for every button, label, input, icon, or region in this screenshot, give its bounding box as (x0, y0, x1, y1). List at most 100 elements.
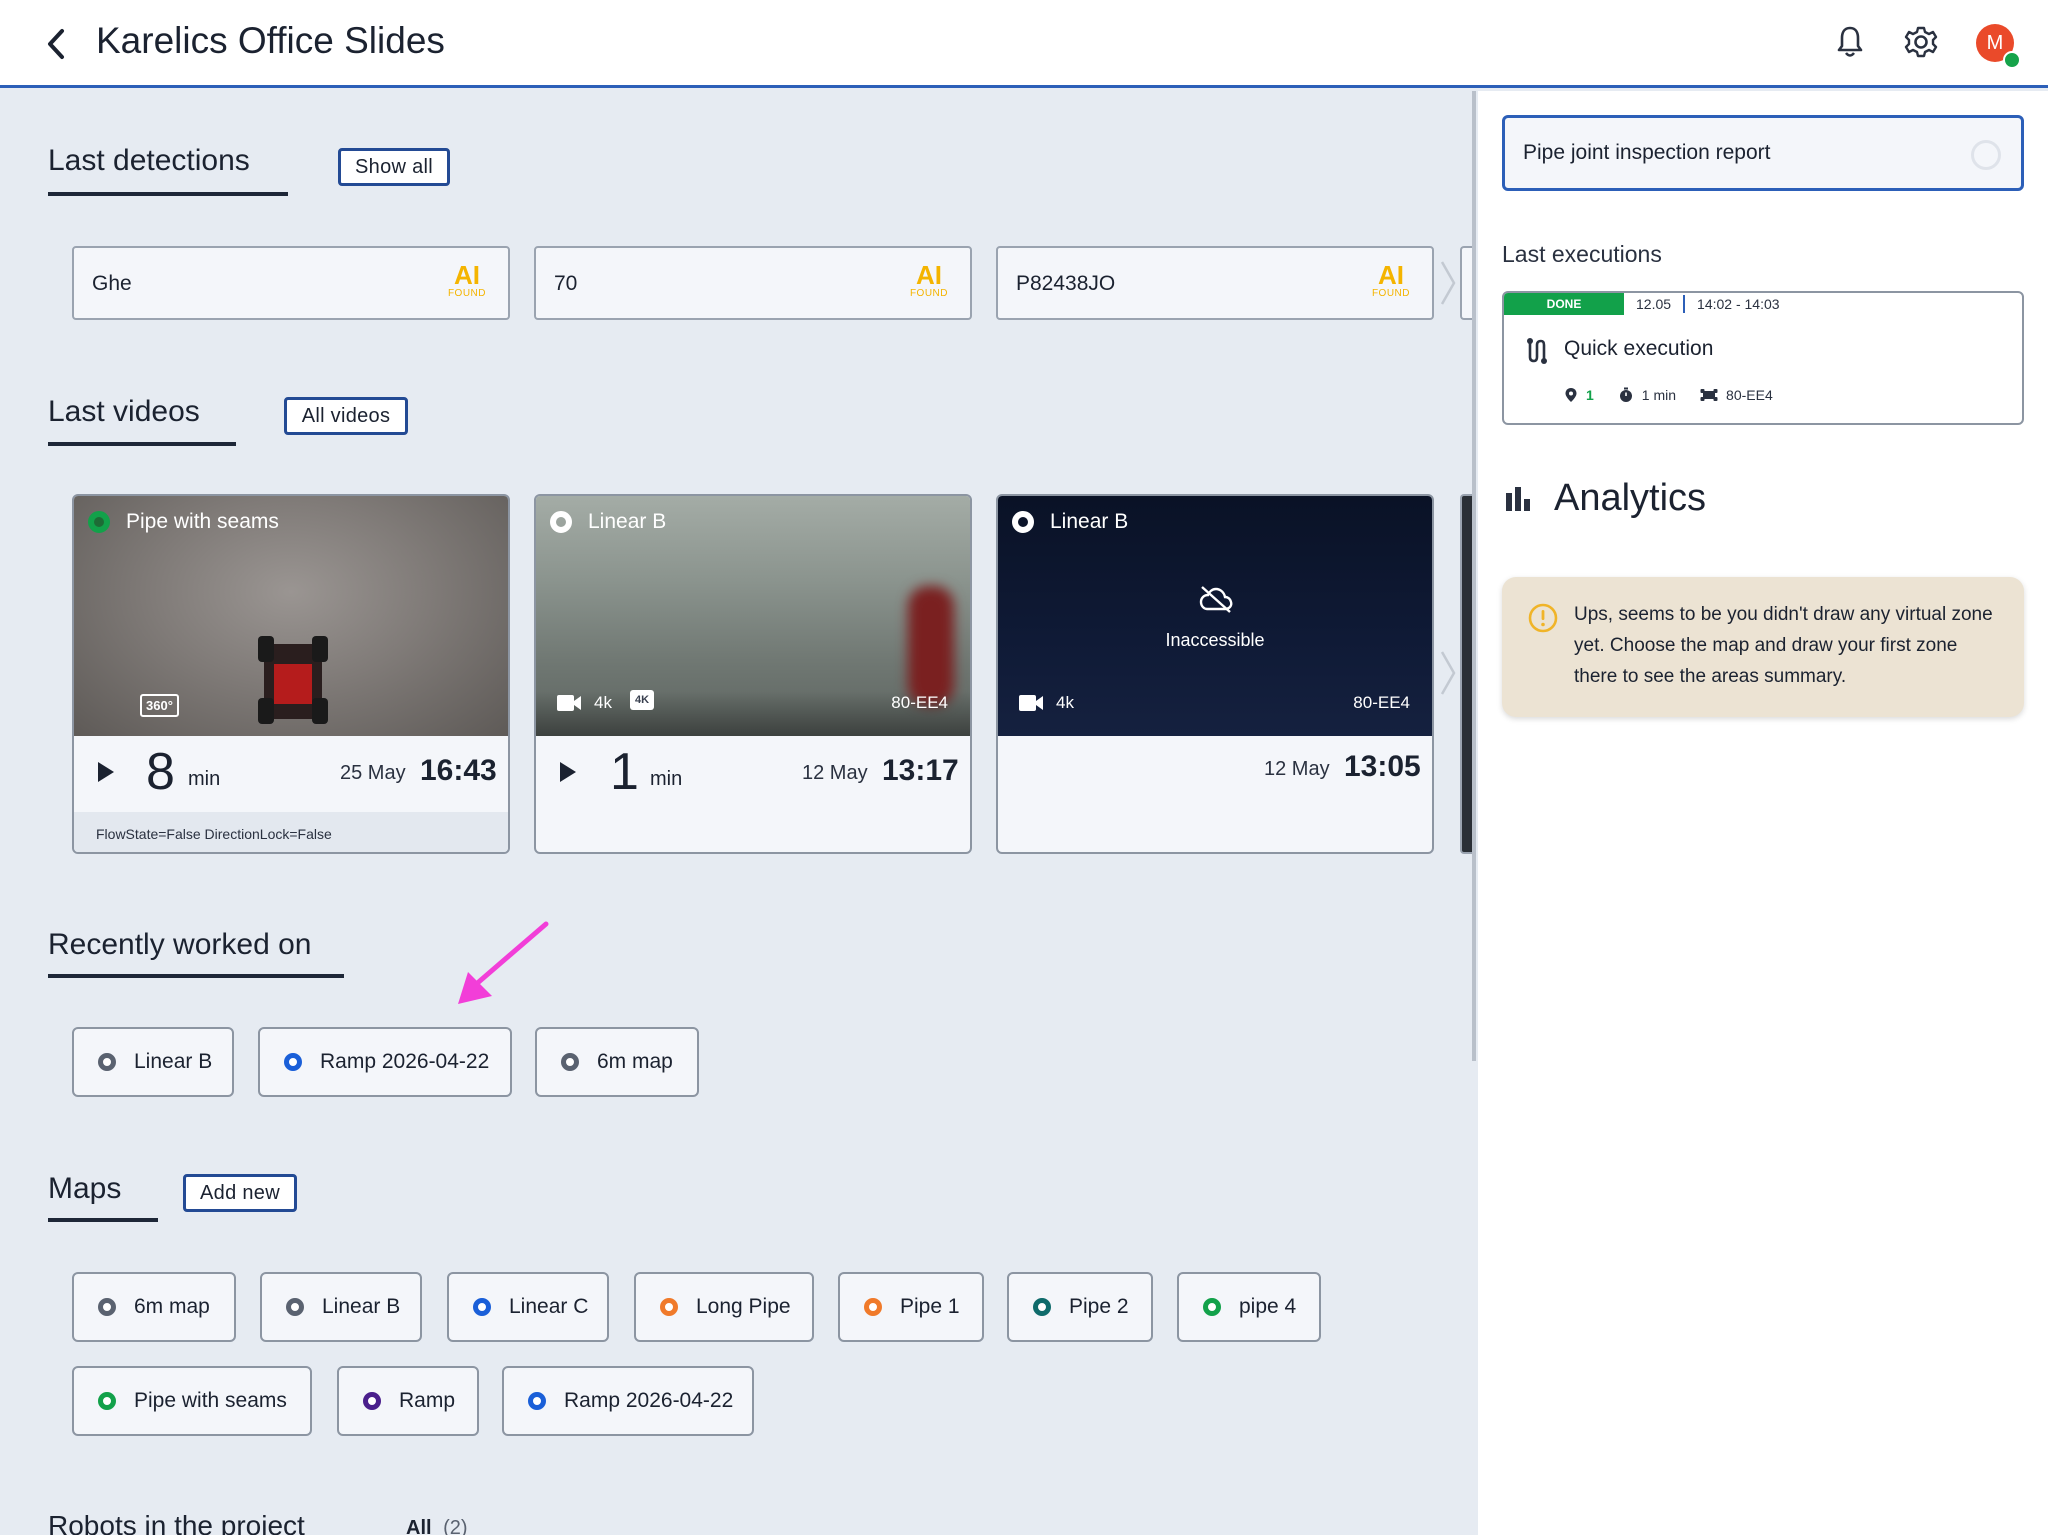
timer-icon (1619, 387, 1632, 402)
detection-label: Ghe (92, 272, 132, 295)
map-chip[interactable]: 6m map (72, 1272, 236, 1342)
alert-message: Ups, seems to be you didn't draw any vir… (1574, 604, 1993, 687)
map-dot-icon (363, 1392, 381, 1410)
right-panel: Last executions DONE 12.05 14:02 - 14:03… (1478, 91, 2048, 1535)
analytics-title: Analytics (1554, 477, 1707, 519)
analytics-info-alert: Ups, seems to be you didn't draw any vir… (1502, 577, 2024, 717)
map-chip[interactable]: Ramp 2026-04-22 (502, 1366, 754, 1436)
detection-card[interactable]: Ghe AI FOUND (72, 246, 510, 320)
all-videos-button[interactable]: All videos (284, 397, 408, 435)
video-name: Pipe with seams (126, 510, 279, 533)
chip-label: 6m map (597, 1050, 673, 1073)
map-chip[interactable]: Pipe with seams (72, 1366, 312, 1436)
video-name: Linear B (588, 510, 667, 533)
arrow-annotation (454, 920, 560, 1015)
chip-label: Linear B (134, 1050, 213, 1073)
video-time: 13:05 (1344, 750, 1421, 783)
recent-item-chip[interactable]: 6m map (535, 1027, 699, 1097)
maps-title: Maps (48, 1172, 122, 1205)
chip-label: Ramp 2026-04-22 (564, 1389, 734, 1412)
map-dot-icon (660, 1298, 678, 1316)
video-title-row: Linear B (1012, 510, 1128, 534)
map-dot-icon (284, 1053, 302, 1071)
robot-id: 80-EE4 (891, 693, 948, 712)
video-thumbnail: Linear B Inaccessible 4k 80-EE4 (998, 496, 1432, 736)
robots-all-tab[interactable]: All (2) (406, 1517, 468, 1535)
map-chip[interactable]: Ramp (337, 1366, 479, 1436)
map-chip[interactable]: pipe 4 (1177, 1272, 1321, 1342)
online-status-indicator (2003, 51, 2021, 69)
video-date: 12 May (1264, 758, 1330, 780)
video-info: 8 min 25 May 16:43 (74, 736, 508, 812)
record-dot-icon (550, 511, 572, 533)
4k-badge: 4K (630, 690, 655, 710)
map-dot-icon (98, 1298, 116, 1316)
detection-card[interactable]: 70 AI FOUND (534, 246, 972, 320)
back-icon[interactable] (36, 22, 76, 66)
detection-card[interactable]: P82438JO AI FOUND (996, 246, 1434, 320)
video-thumbnail: Linear B 4k 4K 80-EE4 (536, 496, 970, 736)
record-dot-icon (1012, 511, 1034, 533)
map-chip[interactable]: Long Pipe (634, 1272, 814, 1342)
execution-meta: 1 1 min 80-EE4 (1564, 387, 1773, 403)
execution-title: Quick execution (1564, 337, 1714, 360)
video-name: Linear B (1050, 510, 1129, 533)
detection-label: 70 (554, 272, 578, 295)
section-underline (48, 442, 236, 446)
robot-icon (1700, 389, 1718, 401)
status-dot-icon (88, 511, 110, 533)
camera-icon (556, 692, 582, 719)
execution-robot: 80-EE4 (1726, 387, 1773, 403)
notification-bell-icon[interactable] (1828, 20, 1872, 64)
map-chip[interactable]: Pipe 1 (838, 1272, 984, 1342)
scrollbar-thumb[interactable] (1472, 91, 1476, 1061)
ai-found-badge: AI FOUND (909, 260, 948, 299)
video-time: 13:17 (882, 754, 959, 787)
map-chip[interactable]: Linear C (447, 1272, 609, 1342)
video-info: 1 min 12 May 13:17 (536, 736, 970, 812)
video-duration: 1 (610, 743, 639, 801)
robot-id: 80-EE4 (1353, 693, 1410, 712)
recent-item-chip[interactable]: Linear B (72, 1027, 234, 1097)
chevron-right-icon[interactable] (1438, 256, 1458, 310)
section-underline (48, 974, 344, 978)
play-icon[interactable] (96, 760, 116, 789)
video-meta: FlowState=False DirectionLock=False (74, 812, 508, 852)
report-search-box[interactable] (1502, 115, 2024, 191)
chip-label: Pipe with seams (134, 1389, 287, 1412)
video-date: 25 May (340, 762, 406, 784)
top-bar: Karelics Office Slides M (0, 0, 2048, 88)
show-all-button[interactable]: Show all (338, 148, 450, 186)
detection-label: P82438JO (1016, 272, 1116, 295)
duration-unit: min (188, 768, 221, 790)
ai-found-badge: AI FOUND (447, 260, 486, 299)
map-chip[interactable]: Pipe 2 (1007, 1272, 1153, 1342)
warning-icon (1528, 603, 1558, 638)
bar-chart-icon (1504, 485, 1532, 518)
execution-date: 12.05 (1636, 296, 1672, 312)
duration-unit: min (650, 768, 683, 790)
chevron-right-icon[interactable] (1438, 646, 1458, 700)
map-dot-icon (98, 1053, 116, 1071)
status-badge: DONE (1504, 293, 1624, 315)
play-icon[interactable] (558, 760, 578, 789)
map-dot-icon (528, 1392, 546, 1410)
video-card[interactable]: Linear B 4k 4K 80-EE4 1 min 12 May 13:17 (534, 494, 972, 854)
add-new-map-button[interactable]: Add new (183, 1174, 297, 1212)
chip-label: Linear C (509, 1295, 589, 1318)
recent-item-chip[interactable]: Ramp 2026-04-22 (258, 1027, 512, 1097)
robots-count: (2) (443, 1517, 468, 1535)
execution-duration: 1 min (1641, 387, 1677, 403)
execution-header: 12.05 14:02 - 14:03 (1636, 295, 1780, 313)
video-info: 12 May 13:05 (998, 736, 1432, 812)
video-card[interactable]: Pipe with seams 360° 8 min 25 May 16:43 … (72, 494, 510, 854)
settings-gear-icon[interactable] (1899, 20, 1943, 64)
execution-card[interactable]: DONE 12.05 14:02 - 14:03 Quick execution… (1502, 291, 2024, 425)
map-chip[interactable]: Linear B (260, 1272, 422, 1342)
report-search-input[interactable] (1523, 136, 1963, 170)
video-bottom-row: 4k 80-EE4 (1018, 692, 1410, 722)
cloud-off-icon (1198, 584, 1234, 619)
video-quality: 4k (594, 693, 612, 712)
video-card[interactable]: Linear B Inaccessible 4k 80-EE4 12 May 1… (996, 494, 1434, 854)
video-title-row: Linear B (550, 510, 666, 534)
